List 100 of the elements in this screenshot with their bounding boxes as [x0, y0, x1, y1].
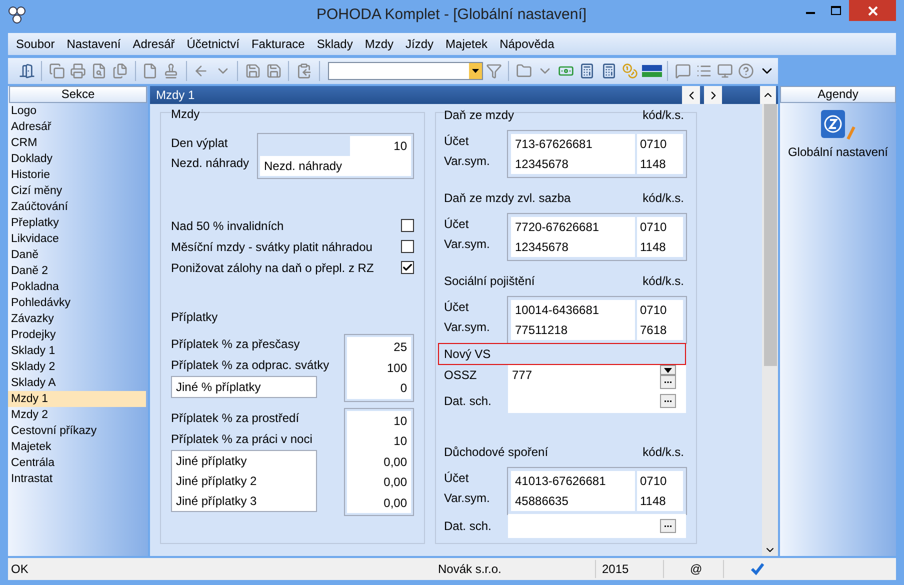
field-label: Jiné příplatky 2 — [176, 472, 258, 490]
sidebar-item[interactable]: CRM — [8, 135, 146, 151]
account-field[interactable]: 713-67626681 12345678 0710 1148 — [508, 131, 686, 177]
field-label: Jiné příplatky — [176, 452, 248, 470]
field-value: 45886635 — [515, 493, 570, 510]
checkbox[interactable] — [401, 261, 414, 274]
field-label: Účet — [444, 470, 470, 487]
account-field[interactable]: 41013-67626681 45886635 0710 1148 — [508, 468, 686, 514]
menu-item[interactable]: Účetnictví — [186, 35, 240, 53]
menu-item[interactable]: Fakturace — [251, 35, 305, 53]
agenda-header: Agendy — [780, 86, 896, 103]
field-label: Jiné % příplatky — [176, 379, 262, 396]
sidebar-item[interactable]: Závazky — [8, 311, 146, 327]
group-title: Důchodové spoření — [444, 444, 548, 461]
field-label: Účet — [444, 299, 470, 316]
sidebar-item[interactable]: Majetek — [8, 439, 146, 455]
field-value: 0710 — [640, 219, 668, 236]
next-button[interactable] — [704, 86, 722, 104]
sidebar-item[interactable]: Centrála — [8, 455, 146, 471]
section-title: Příplatky — [171, 309, 219, 326]
sidebar-item[interactable]: Mzdy 1 — [8, 391, 146, 407]
sidebar-item[interactable]: Daně — [8, 247, 146, 263]
menu-item[interactable]: Adresář — [132, 35, 175, 53]
close-button[interactable] — [849, 0, 896, 21]
sidebar-item[interactable]: Pokladna — [8, 279, 146, 295]
surcharge-field[interactable]: 10 10 0,00 0,00 0,00 — [344, 408, 414, 516]
menu-item[interactable]: Majetek — [446, 35, 488, 53]
field-value: 713-67626681 — [515, 136, 594, 153]
field-label: Účet — [444, 216, 470, 233]
sidebar-item[interactable]: Historie — [8, 167, 146, 183]
app-icon — [8, 6, 26, 24]
field-value: 0,00 — [382, 454, 407, 470]
browse-button[interactable]: ... — [660, 519, 676, 533]
sidebar-item[interactable]: Cestovní příkazy — [8, 423, 146, 439]
agenda-item-label[interactable]: Globální nastavení — [788, 143, 888, 161]
sidebar-item[interactable]: Pohledávky — [8, 295, 146, 311]
sidebar-item[interactable]: Mzdy 2 — [8, 407, 146, 423]
status-year: 2015 — [596, 560, 664, 578]
dropdown-field[interactable]: 777 ... — [508, 365, 686, 389]
field-label: Příplatek % za přesčasy — [171, 336, 301, 353]
field-value: 100 — [386, 360, 407, 376]
menu-item[interactable]: Nápověda — [500, 35, 554, 53]
field-value: 0710 — [640, 473, 668, 490]
field-value: 1148 — [640, 239, 667, 256]
checkbox[interactable] — [401, 240, 414, 253]
sidebar-item[interactable]: Intrastat — [8, 471, 146, 487]
checkbox-label: Nad 50 % invalidních — [171, 218, 284, 234]
field-label: Příplatek % za prostředí — [171, 410, 300, 426]
sidebar-item[interactable]: Likvidace — [8, 231, 146, 247]
field-value: 0710 — [640, 302, 668, 319]
field-value: 0,00 — [382, 474, 407, 491]
menu-item[interactable]: Sklady — [316, 35, 353, 53]
scrollbar-thumb[interactable] — [764, 104, 776, 366]
column-header: kód/k.s. — [642, 190, 684, 207]
sidebar-item[interactable]: Sklady 2 — [8, 359, 146, 375]
highlighted-field[interactable]: Nový VS — [438, 343, 686, 365]
menu-item[interactable]: Nastavení — [66, 35, 121, 53]
browse-button[interactable]: ... — [660, 375, 676, 389]
status-company: Novák s.r.o. — [438, 560, 596, 578]
group-title: Daň ze mzdy — [444, 107, 514, 124]
other-surcharge-field[interactable]: Jiné příplatky Jiné příplatky 2 Jiné příplatky 3 — [171, 450, 317, 512]
group-title: Daň ze mzdy zvl. sazba — [444, 190, 571, 207]
account-field[interactable]: 10014-6436681 77511218 0710 7618 — [508, 297, 686, 343]
account-field[interactable]: 7720-67626681 12345678 0710 1148 — [508, 214, 686, 260]
menu-item[interactable]: Mzdy — [364, 35, 394, 53]
sidebar-item[interactable]: Logo — [8, 103, 146, 119]
menu-item[interactable]: Soubor — [16, 35, 55, 53]
sidebar-item[interactable]: Adresář — [8, 119, 146, 135]
menu-item[interactable]: Jízdy — [406, 35, 434, 53]
field-label: Jiné příplatky 3 — [176, 492, 258, 510]
date-field[interactable]: ... — [508, 514, 686, 538]
date-field[interactable]: ... — [508, 389, 686, 413]
field-value: 10014-6436681 — [515, 302, 600, 319]
surcharge-field[interactable]: 25 100 0 — [344, 334, 414, 402]
status-mail: @ — [664, 560, 724, 578]
sidebar-item[interactable]: Sklady 1 — [8, 343, 146, 359]
field-label: Dat. sch. — [444, 518, 492, 535]
sidebar-item[interactable]: Doklady — [8, 151, 146, 167]
sidebar-item[interactable]: Daně 2 — [8, 263, 146, 279]
field-value: 10 — [392, 412, 407, 430]
field-value: 12345678 — [515, 239, 570, 256]
previous-button[interactable] — [682, 86, 700, 104]
wage-field[interactable]: 10 Nezd. náhrady — [257, 133, 414, 179]
scrollbar[interactable] — [762, 104, 778, 556]
column-header: kód/k.s. — [642, 444, 684, 461]
group-title: Sociální pojištění — [444, 273, 535, 290]
sidebar-item[interactable]: Prodejky — [8, 327, 146, 343]
sidebar-item[interactable]: Přeplatky — [8, 215, 146, 231]
scroll-up-button[interactable] — [760, 86, 776, 104]
checkbox[interactable] — [401, 219, 414, 232]
sidebar-item[interactable]: Sklady A — [8, 375, 146, 391]
field-label: Nový VS — [444, 346, 492, 363]
field-label: Příplatek % za práci v noci — [171, 430, 314, 448]
other-surcharge-field[interactable]: Jiné % příplatky — [171, 376, 317, 398]
field-value: 0 — [399, 380, 407, 397]
browse-button[interactable]: ... — [660, 394, 676, 408]
settings-app-icon[interactable] — [820, 109, 856, 141]
field-label: Var.sym. — [444, 236, 491, 253]
sidebar-item[interactable]: Zaúčtování — [8, 199, 146, 215]
sidebar-item[interactable]: Cizí měny — [8, 183, 146, 199]
